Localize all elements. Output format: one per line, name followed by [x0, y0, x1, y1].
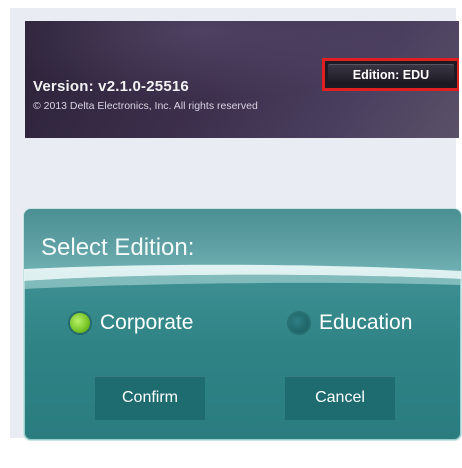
radio-label-corporate: Corporate	[100, 311, 194, 334]
version-label: Version: v2.1.0-25516	[33, 78, 189, 95]
about-header-panel: Version: v2.1.0-25516 © 2013 Delta Elect…	[25, 21, 459, 138]
radio-selected-icon[interactable]	[70, 313, 90, 333]
copyright-text: © 2013 Delta Electronics, Inc. All right…	[33, 100, 258, 112]
dialog-title: Select Edition:	[41, 234, 195, 261]
radio-label-education: Education	[319, 311, 413, 334]
cancel-button[interactable]: Cancel	[285, 376, 395, 420]
edition-button-label: Edition: EDU	[328, 64, 454, 85]
radio-option-education[interactable]: Education	[289, 305, 412, 341]
edition-button[interactable]: Edition: EDU	[322, 58, 459, 91]
confirm-button[interactable]: Confirm	[95, 376, 205, 420]
title-swoosh-decoration	[24, 264, 461, 289]
radio-unselected-icon[interactable]	[289, 313, 309, 333]
radio-option-corporate[interactable]: Corporate	[70, 305, 193, 341]
